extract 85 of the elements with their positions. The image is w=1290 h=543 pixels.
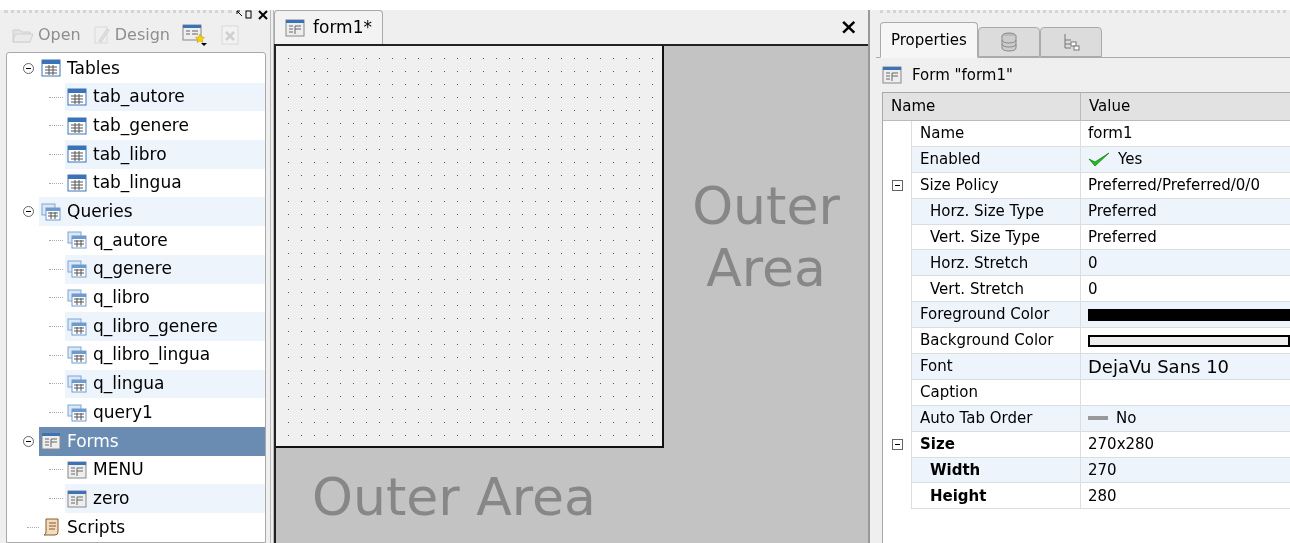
property-value: Preferred xyxy=(1088,226,1157,248)
check-icon xyxy=(1088,151,1110,168)
collapse-toggle[interactable] xyxy=(891,180,903,192)
close-icon[interactable] xyxy=(258,10,268,20)
query-icon xyxy=(67,231,87,250)
property-name: Caption xyxy=(911,379,1081,406)
tree-item[interactable]: q_libro_genere xyxy=(65,312,265,341)
new-form-icon xyxy=(182,24,208,46)
property-value: 0 xyxy=(1088,278,1098,300)
property-value: 280 xyxy=(1088,485,1117,507)
outer-area-label: Area xyxy=(706,237,826,300)
property-name: Horz. Size Type xyxy=(911,198,1081,225)
form-icon xyxy=(41,432,61,451)
tree-item[interactable]: query1 xyxy=(65,398,265,427)
form-icon xyxy=(67,460,87,479)
property-value: 270 xyxy=(1088,459,1117,481)
tree-item[interactable]: q_genere xyxy=(65,254,265,284)
tree-item[interactable]: tab_autore xyxy=(65,82,265,112)
database-icon xyxy=(999,32,1018,52)
tree-item[interactable]: tab_libro xyxy=(65,140,265,169)
table-icon xyxy=(41,59,61,78)
query-icon xyxy=(67,374,87,393)
query-icon xyxy=(67,403,87,422)
toolbar-button[interactable] xyxy=(182,24,208,46)
outer-area-label: Outer Area xyxy=(312,467,596,527)
panel-tab[interactable]: Properties xyxy=(880,22,978,58)
dash-icon xyxy=(1088,416,1108,421)
table-icon xyxy=(67,116,87,135)
query-icon xyxy=(67,346,87,365)
property-name: Height xyxy=(911,483,1081,510)
property-name: Width xyxy=(911,457,1081,484)
form-icon xyxy=(285,18,305,37)
query-icon xyxy=(67,260,87,279)
collapse-toggle[interactable] xyxy=(23,62,34,74)
tree-item[interactable]: q_libro_lingua xyxy=(65,340,265,370)
property-value: 270x280 xyxy=(1088,433,1155,455)
property-value: form1 xyxy=(1088,123,1133,145)
property-name: Horz. Stretch xyxy=(911,250,1081,277)
table-icon xyxy=(67,145,87,164)
tree-item[interactable]: tab_genere xyxy=(65,111,265,141)
tree-item[interactable]: q_autore xyxy=(65,226,265,255)
property-value: DejaVu Sans 10 xyxy=(1088,354,1230,379)
form-icon xyxy=(67,489,87,508)
color-swatch[interactable] xyxy=(1088,308,1290,321)
outer-area-label: Outer xyxy=(692,174,840,237)
tree-item[interactable]: zero xyxy=(65,484,265,513)
tree-item[interactable]: Scripts xyxy=(39,513,265,542)
collapse-toggle[interactable] xyxy=(23,435,34,447)
collapse-toggle[interactable] xyxy=(891,439,903,451)
property-name: Enabled xyxy=(911,146,1081,173)
property-name: Size xyxy=(911,431,1081,458)
scroll-icon xyxy=(41,517,61,538)
close-button[interactable]: × xyxy=(839,16,858,38)
table-icon xyxy=(67,174,87,193)
column-header[interactable]: Name xyxy=(883,93,1081,121)
property-name: Auto Tab Order xyxy=(911,405,1081,432)
property-value: Yes xyxy=(1118,149,1143,171)
tree-item[interactable]: Tables xyxy=(39,54,265,83)
property-value: No xyxy=(1116,408,1137,429)
tree-item[interactable]: Queries xyxy=(39,197,265,227)
property-value: Preferred/Preferred/0/0 xyxy=(1088,174,1260,196)
property-value: 0 xyxy=(1088,252,1098,274)
tree-item[interactable]: MENU xyxy=(65,455,265,485)
query-icon xyxy=(67,317,87,336)
form-icon xyxy=(882,66,902,84)
folder-icon xyxy=(12,26,34,44)
hierarchy-icon xyxy=(1061,33,1080,51)
column-header[interactable]: Value xyxy=(1081,93,1290,121)
tree-item[interactable]: tab_lingua xyxy=(65,168,265,198)
query-icon xyxy=(67,288,87,307)
query-icon xyxy=(41,202,61,221)
property-name: Size Policy xyxy=(911,172,1081,199)
property-name: Font xyxy=(911,354,1081,380)
table-icon xyxy=(67,88,87,107)
color-swatch[interactable] xyxy=(1088,334,1290,347)
collapse-toggle[interactable] xyxy=(23,206,34,218)
property-value: Preferred xyxy=(1088,200,1157,222)
tree-item[interactable]: q_lingua xyxy=(65,369,265,399)
object-title: Form "form1" xyxy=(912,64,1013,86)
delete-icon xyxy=(220,24,240,46)
property-name: Name xyxy=(911,121,1081,147)
tree-item[interactable]: q_libro xyxy=(65,283,265,313)
pencil-icon xyxy=(92,25,111,45)
editor-tab[interactable]: form1* xyxy=(274,10,383,44)
property-name: Foreground Color xyxy=(911,302,1081,329)
